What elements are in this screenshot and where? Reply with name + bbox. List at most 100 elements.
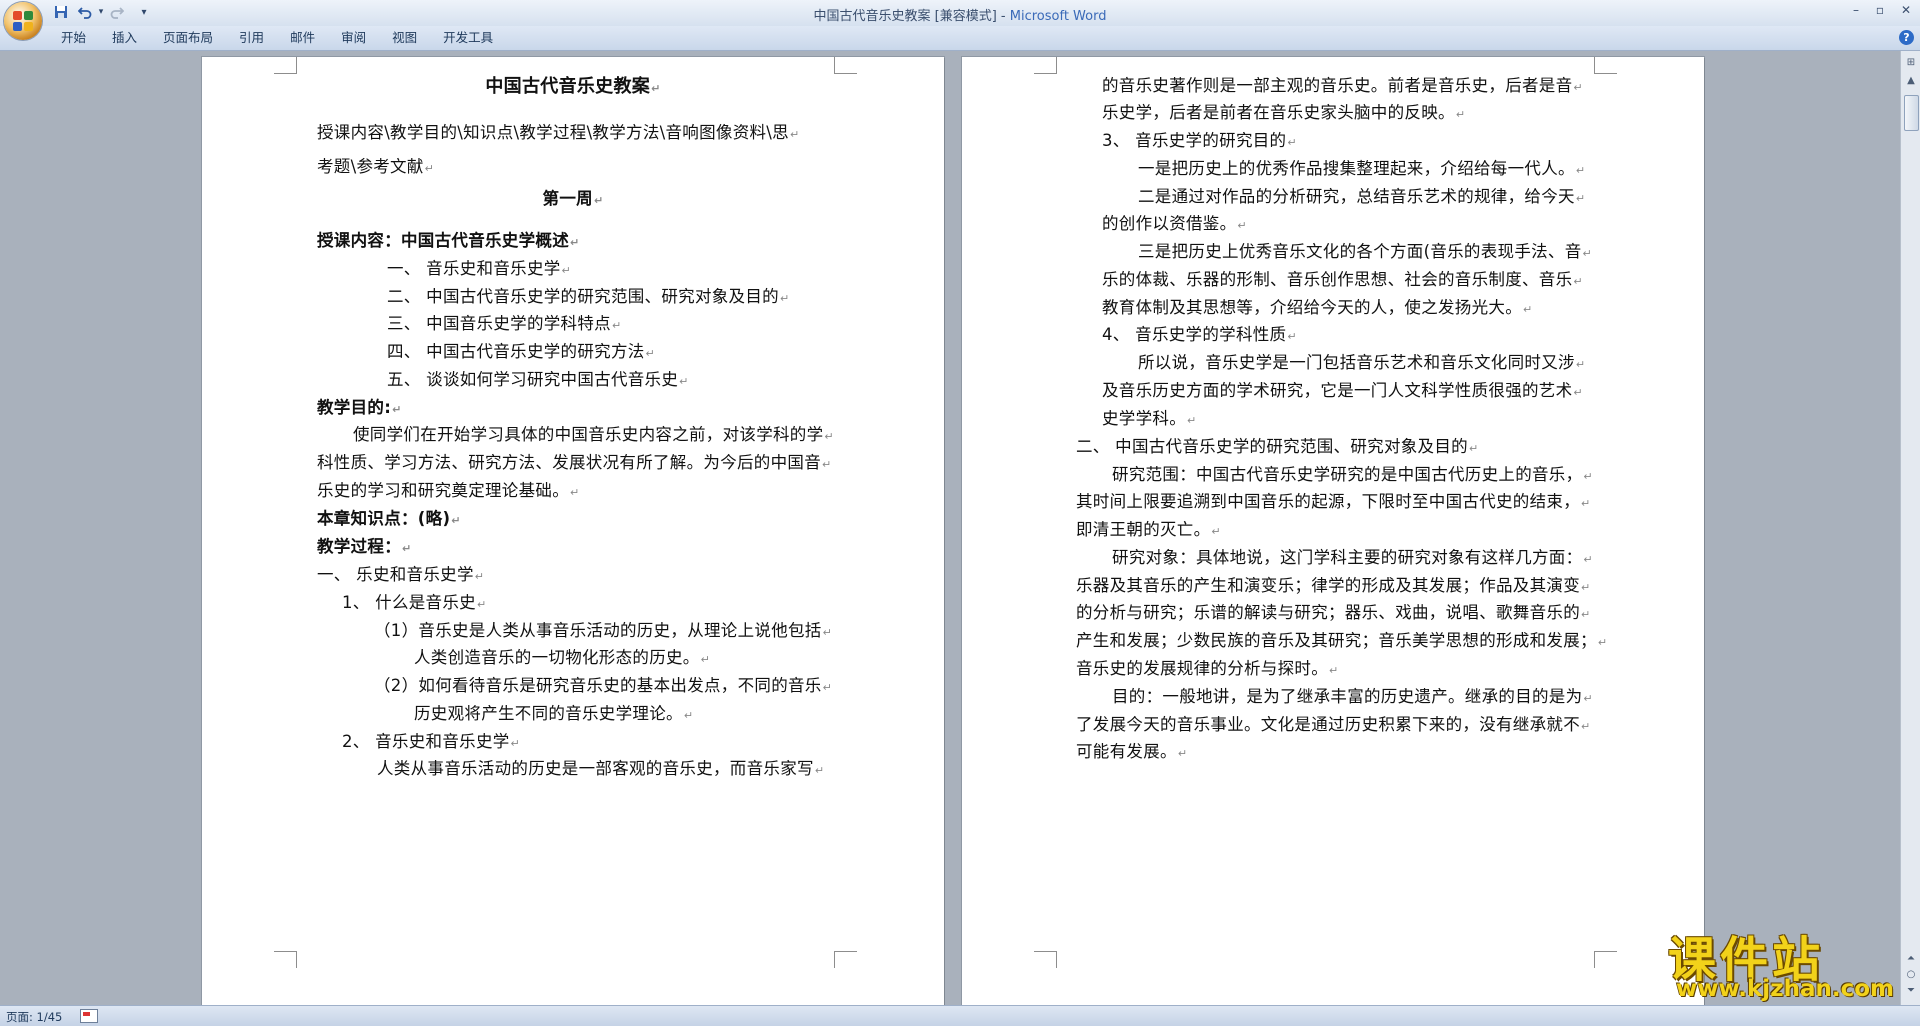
- tab-developer[interactable]: 开发工具: [430, 26, 506, 50]
- crop-mark: [1034, 57, 1057, 74]
- paragraph-mark-icon: ↵: [424, 162, 435, 175]
- tab-view[interactable]: 视图: [379, 26, 430, 50]
- paragraph-mark-icon: ↵: [1177, 747, 1188, 760]
- paragraph-mark-icon: ↵: [1581, 608, 1591, 621]
- right_page-line: 的创作以资借鉴。↵: [1102, 214, 1247, 233]
- left_page-line: 中国古代音乐史教案↵: [485, 76, 661, 97]
- crop-mark: [834, 951, 857, 968]
- paragraph-mark-icon: ↵: [779, 292, 790, 305]
- paragraph-mark-icon: ↵: [474, 570, 485, 583]
- tab-home[interactable]: 开始: [48, 26, 99, 50]
- office-button[interactable]: [4, 2, 42, 40]
- previous-page-icon[interactable]: ⏶: [1903, 951, 1919, 967]
- right_page-line: 及音乐历史方面的学术研究，它是一门人文科学性质很强的艺术↵: [1102, 381, 1583, 400]
- right_page-line: 研究范围：中国古代音乐史学研究的是中国古代历史上的音乐，↵: [1112, 465, 1593, 484]
- left_page-line: 授课内容：中国古代音乐史学概述↵: [317, 231, 580, 250]
- title-bar: ▾ ▾ 中国古代音乐史教案 [兼容模式] - Microsoft Word – …: [0, 0, 1920, 40]
- paragraph-mark-icon: ↵: [402, 542, 412, 555]
- paragraph-mark-icon: ↵: [451, 514, 461, 527]
- tab-page-layout[interactable]: 页面布局: [150, 26, 226, 50]
- tab-mailings[interactable]: 邮件: [277, 26, 328, 50]
- paragraph-mark-icon: ↵: [1455, 108, 1466, 121]
- right_page-line: 乐史学，后者是前者在音乐史家头脑中的反映。↵: [1102, 103, 1466, 122]
- left_page-line: 历史观将产生不同的音乐史学理论。↵: [414, 704, 694, 723]
- window-title: 中国古代音乐史教案 [兼容模式] - Microsoft Word: [0, 5, 1920, 24]
- left_page-line: 使同学们在开始学习具体的中国音乐史内容之前，对该学科的学↵: [353, 425, 834, 444]
- crop-mark: [1594, 951, 1617, 968]
- paragraph-mark-icon: ↵: [611, 319, 622, 332]
- left_page-line: 人类创造音乐的一切物化形态的历史。↵: [414, 648, 711, 667]
- close-button[interactable]: ✕: [1896, 2, 1916, 18]
- right_page-line: 乐器及其音乐的产生和演变乐；律学的形成及其发展；作品及其演变↵: [1076, 576, 1591, 595]
- help-icon[interactable]: ?: [1899, 30, 1914, 45]
- paragraph-mark-icon: ↵: [1582, 247, 1593, 260]
- left_page-line: 本章知识点：(略)↵: [317, 509, 461, 528]
- status-bar: 页面: 1/45: [0, 1005, 1920, 1026]
- right_page-line: 乐的体裁、乐器的形制、音乐创作思想、社会的音乐制度、音乐↵: [1102, 270, 1583, 289]
- left_page-line: 第一周↵: [542, 189, 604, 208]
- paragraph-mark-icon: ↵: [392, 403, 402, 416]
- paragraph-mark-icon: ↵: [645, 347, 656, 360]
- crop-mark: [274, 951, 297, 968]
- next-page-icon[interactable]: ⏷: [1903, 983, 1919, 999]
- app-name: Microsoft Word: [1009, 9, 1107, 24]
- ruler-toggle-icon[interactable]: ⊞: [1903, 55, 1919, 71]
- left_page-line: 1、 什么是音乐史↵: [342, 593, 487, 612]
- scroll-thumb[interactable]: [1904, 95, 1919, 131]
- proofing-icon[interactable]: [80, 1009, 98, 1023]
- tab-references[interactable]: 引用: [226, 26, 277, 50]
- document-page-left[interactable]: 中国古代音乐史教案↵ 授课内容\教学目的\知识点\教学过程\教学方法\音响图像资料…: [202, 57, 944, 1005]
- browse-object-icon[interactable]: ○: [1903, 967, 1919, 983]
- paragraph-mark-icon: ↵: [476, 598, 487, 611]
- right_page-line: 史学学科。↵: [1102, 409, 1197, 428]
- left_page-line: 一、 乐史和音乐史学↵: [317, 565, 485, 584]
- left_page-line: 人类从事音乐活动的历史是一部客观的音乐史，而音乐家写↵: [377, 759, 825, 778]
- left_page-line: 一、 音乐史和音乐史学↵: [387, 259, 572, 278]
- paragraph-mark-icon: ↵: [1287, 136, 1297, 149]
- tab-insert[interactable]: 插入: [99, 26, 150, 50]
- left_page-line: 科性质、学习方法、研究方法、发展状况有所了解。为今后的中国音↵: [317, 453, 832, 472]
- paragraph-mark-icon: ↵: [789, 128, 800, 141]
- left_page-line: 五、 谈谈如何学习研究中国古代音乐史↵: [387, 370, 689, 389]
- paragraph-mark-icon: ↵: [561, 264, 572, 277]
- right_page-line: 二是通过对作品的分析研究，总结音乐艺术的规律，给今天↵: [1138, 187, 1586, 206]
- right_page-line: 3、 音乐史学的研究目的↵: [1102, 131, 1297, 150]
- left_page-line: 二、 中国古代音乐史学的研究范围、研究对象及目的↵: [387, 287, 790, 306]
- left_page-line: 授课内容\教学目的\知识点\教学过程\教学方法\音响图像资料\思↵: [317, 123, 800, 142]
- right_page-line: 了发展今天的音乐事业。文化是通过历史积累下来的，没有继承就不↵: [1076, 715, 1591, 734]
- paragraph-mark-icon: ↵: [1583, 470, 1593, 483]
- right_page-line: 二、 中国古代音乐史学的研究范围、研究对象及目的↵: [1076, 437, 1479, 456]
- left_page-line: （2）如何看待音乐是研究音乐史的基本出发点，不同的音乐↵: [374, 676, 833, 695]
- tab-review[interactable]: 审阅: [328, 26, 379, 50]
- paragraph-mark-icon: ↵: [570, 236, 580, 249]
- minimize-button[interactable]: –: [1846, 2, 1866, 18]
- left_page-line: 2、 音乐史和音乐史学↵: [342, 732, 521, 751]
- paragraph-mark-icon: ↵: [700, 653, 711, 666]
- paragraph-mark-icon: ↵: [1583, 692, 1593, 705]
- left_page-line: 乐史的学习和研究奠定理论基础。↵: [317, 481, 580, 500]
- left_page-line: 教学过程：↵: [317, 537, 412, 556]
- ribbon-tabs: 开始 插入 页面布局 引用 邮件 审阅 视图 开发工具: [48, 26, 506, 50]
- right_page-line: 的分析与研究；乐谱的解读与研究；器乐、戏曲，说唱、歌舞音乐的↵: [1076, 603, 1591, 622]
- maximize-button[interactable]: ▫: [1870, 2, 1890, 18]
- document-page-right[interactable]: 的音乐史著作则是一部主观的音乐史。前者是音乐史，后者是音↵ 乐史学，后者是前者在音…: [962, 57, 1704, 1005]
- document-title: 中国古代音乐史教案 [兼容模式] -: [813, 9, 1010, 24]
- paragraph-mark-icon: ↵: [1581, 581, 1591, 594]
- right_page-line: 教育体制及其思想等，介绍给今天的人，使之发扬光大。↵: [1102, 298, 1533, 317]
- right_page-line: 音乐史的发展规律的分析与探时。↵: [1076, 659, 1339, 678]
- crop-mark: [1594, 57, 1617, 74]
- scroll-up-icon[interactable]: ▲: [1903, 73, 1919, 89]
- paragraph-mark-icon: ↵: [1211, 525, 1221, 538]
- paragraph-mark-icon: ↵: [593, 194, 604, 207]
- right_page-line: 目的：一般地讲，是为了继承丰富的历史遗产。继承的目的是为↵: [1112, 687, 1593, 706]
- paragraph-mark-icon: ↵: [651, 82, 661, 95]
- crop-mark: [1034, 951, 1057, 968]
- document-workspace[interactable]: 中国古代音乐史教案↵ 授课内容\教学目的\知识点\教学过程\教学方法\音响图像资料…: [0, 51, 1900, 1005]
- page-count[interactable]: 页面: 1/45: [6, 1009, 62, 1025]
- right_page-line: 研究对象：具体地说，这门学科主要的研究对象有这样几方面：↵: [1112, 548, 1593, 567]
- vertical-scrollbar[interactable]: ⊞ ▲ ⏶ ○ ⏷: [1900, 51, 1920, 1005]
- right_page-line: 其时间上限要追溯到中国音乐的起源，下限时至中国古代史的结束，↵: [1076, 492, 1591, 511]
- paragraph-mark-icon: ↵: [570, 486, 580, 499]
- paragraph-mark-icon: ↵: [1583, 553, 1593, 566]
- left_page-line: 四、 中国古代音乐史学的研究方法↵: [387, 342, 656, 361]
